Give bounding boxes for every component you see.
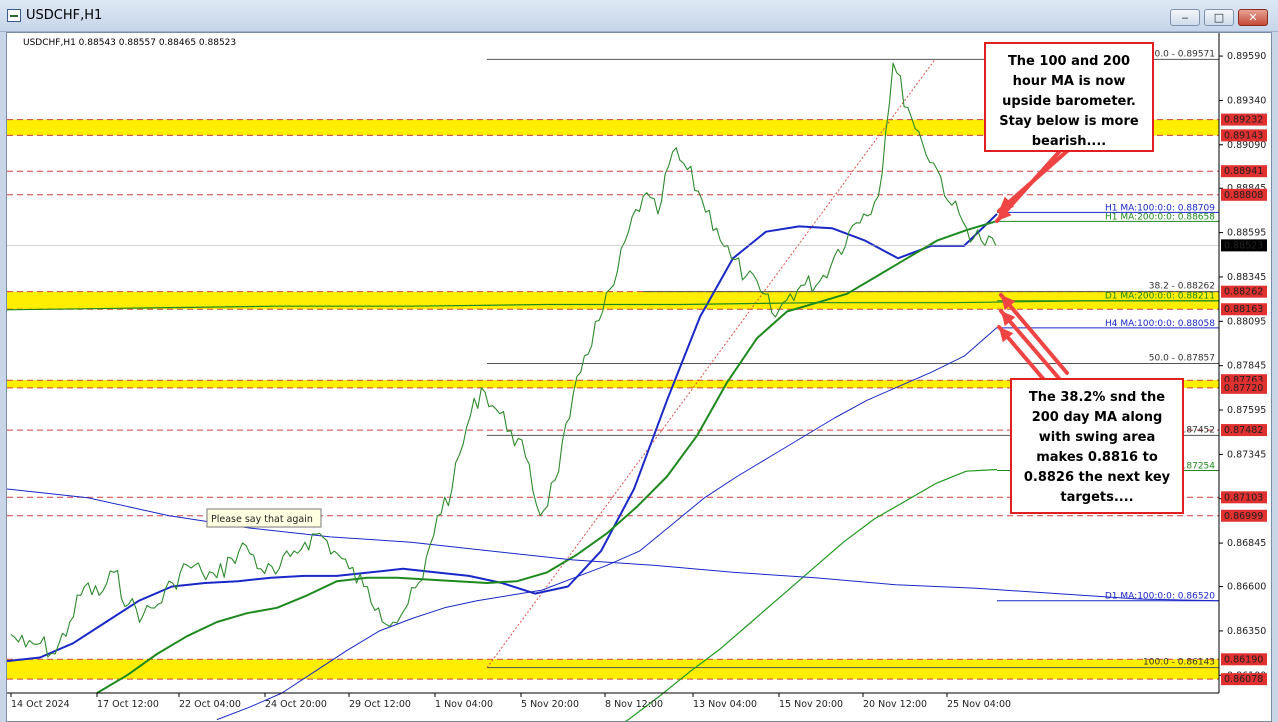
chart-svg: 0.0 - 0.89571 38.2 - 0.88262 50.0 - 0.8785…: [7, 33, 1267, 721]
y-tick-label: 0.89340: [1227, 95, 1266, 106]
y-tick-label: 0.86845: [1227, 538, 1266, 549]
current-price-label: 0.88523: [1224, 240, 1263, 251]
x-tick-label: 14 Oct 2024: [11, 699, 70, 710]
y-tick-label: 0.86600: [1227, 582, 1266, 593]
chart-window-icon: [7, 9, 21, 22]
price-level-tag-label: 0.86078: [1224, 674, 1263, 685]
annotation-arrow: [999, 309, 1065, 385]
annotation-box-ma-line: The 100 and 200: [1008, 54, 1130, 69]
annotation-box-targets-line: 0.8826 the next key: [1024, 470, 1171, 485]
y-tick-label: 0.88095: [1227, 316, 1266, 327]
y-tick-label: 0.88595: [1227, 228, 1266, 239]
window-title: USDCHF,H1: [26, 8, 103, 23]
annotation-box-ma-line: Stay below is more: [999, 114, 1139, 129]
x-tick-label: 29 Oct 12:00: [349, 699, 411, 710]
ma-line-h1_ma100: [7, 213, 998, 663]
close-button[interactable]: ✕: [1238, 9, 1268, 26]
zone-4: [7, 659, 1219, 680]
ma-label: H1 MA:200:0:0: 0.88658: [1105, 212, 1215, 222]
x-tick-label: 20 Nov 12:00: [863, 699, 927, 710]
y-tick-label: 0.87595: [1227, 405, 1266, 416]
annotation-box-targets-line: with swing area: [1039, 430, 1156, 445]
x-tick-label: 8 Nov 12:00: [605, 699, 663, 710]
ma-label: D1 MA:200:0:0: 0.88211: [1105, 292, 1215, 302]
fib-level-label: 0.0 - 0.89571: [1155, 49, 1216, 59]
annotation-box-targets-line: The 38.2% snd the: [1029, 390, 1165, 405]
price-level-tag-label: 0.88262: [1224, 287, 1263, 298]
price-level-tag-label: 0.87720: [1224, 383, 1263, 394]
price-series: [10, 62, 997, 658]
x-tick-label: 13 Nov 04:00: [693, 699, 757, 710]
x-tick-label: 15 Nov 20:00: [779, 699, 843, 710]
x-tick-label: 1 Nov 04:00: [435, 699, 493, 710]
price-level-tag-label: 0.88808: [1224, 190, 1263, 201]
annotation-box-ma-line: bearish....: [1032, 134, 1107, 149]
x-tick-label: 25 Nov 04:00: [947, 699, 1011, 710]
y-tick-label: 0.89090: [1227, 140, 1266, 151]
ma-label: D1 MA:100:0:0: 0.86520: [1105, 592, 1215, 602]
price-level-tag-label: 0.88163: [1224, 304, 1263, 315]
y-tick-label: 0.88345: [1227, 272, 1266, 283]
tooltip-text: Please say that again: [211, 514, 313, 525]
price-chart[interactable]: 0.0 - 0.89571 38.2 - 0.88262 50.0 - 0.8785…: [6, 32, 1272, 722]
y-tick-label: 0.87345: [1227, 449, 1266, 460]
x-tick-label: 22 Oct 04:00: [179, 699, 241, 710]
fib-level-label: 50.0 - 0.87857: [1149, 354, 1215, 364]
annotation-box-ma-line: hour MA is now: [1013, 74, 1126, 89]
price-level-tag-label: 0.87482: [1224, 425, 1263, 436]
y-tick-label: 0.86350: [1227, 626, 1266, 637]
symbol-info: USDCHF,H1 0.88543 0.88557 0.88465 0.8852…: [23, 38, 236, 48]
y-tick-label: 0.89590: [1227, 51, 1266, 62]
x-tick-label: 17 Oct 12:00: [97, 699, 159, 710]
x-tick-label: 5 Nov 20:00: [521, 699, 579, 710]
fib-level-label: 100.0 - 0.86143: [1143, 658, 1215, 668]
price-level-tag-label: 0.89232: [1224, 115, 1263, 126]
maximize-button[interactable]: □: [1204, 9, 1234, 26]
price-level-tag-label: 0.86999: [1224, 511, 1263, 522]
y-tick-label: 0.87845: [1227, 361, 1266, 372]
window-titlebar: USDCHF,H1 ‒ □ ✕: [0, 0, 1278, 32]
annotation-box-targets-line: 200 day MA along: [1032, 410, 1163, 425]
annotation-box-targets-line: targets....: [1060, 490, 1133, 505]
ma-line-green_thin: [624, 468, 998, 721]
price-level-tag-label: 0.89143: [1224, 130, 1263, 141]
price-level-tag-label: 0.87103: [1224, 492, 1263, 503]
fib-level-label: 38.2 - 0.88262: [1149, 282, 1215, 292]
price-level-tag-label: 0.86190: [1224, 654, 1263, 665]
ma-label: H4 MA:100:0:0: 0.88058: [1105, 319, 1215, 329]
minimize-button[interactable]: ‒: [1170, 9, 1200, 26]
x-tick-label: 24 Oct 20:00: [265, 699, 327, 710]
annotation-box-targets-line: makes 0.8816 to: [1036, 450, 1158, 465]
price-level-tag-label: 0.88941: [1224, 166, 1263, 177]
annotation-box-ma-line: upside barometer.: [1002, 94, 1136, 109]
